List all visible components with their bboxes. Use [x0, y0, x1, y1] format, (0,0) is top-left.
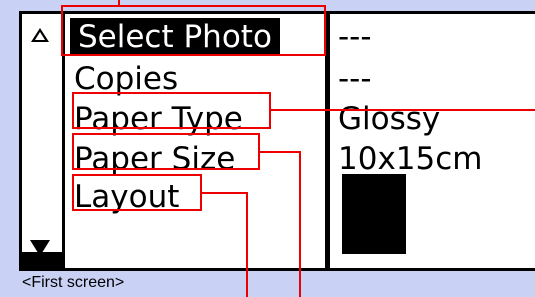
column-divider — [325, 14, 330, 268]
screen-caption: <First screen> — [22, 274, 125, 291]
menu-item-copies[interactable]: Copies — [74, 60, 178, 98]
leader-line-paper-size-h — [259, 151, 301, 153]
menu-item-paper-size[interactable]: Paper Size — [74, 140, 235, 178]
leader-line-layout-v — [246, 192, 248, 297]
layout-preview-icon — [342, 174, 406, 254]
leader-line-paper-size-v — [299, 151, 301, 297]
leader-line-paper-type — [270, 109, 535, 111]
value-paper-size: 10x15cm — [338, 141, 483, 177]
scroll-up-icon[interactable] — [31, 28, 49, 42]
menu-item-select-photo[interactable]: Select Photo — [70, 18, 280, 56]
scroll-thumb[interactable] — [22, 252, 62, 271]
value-select-photo: --- — [338, 19, 372, 55]
menu-item-paper-type[interactable]: Paper Type — [74, 100, 243, 138]
leader-line-select-photo — [118, 0, 120, 6]
leader-line-layout-h — [201, 192, 248, 194]
value-copies: --- — [338, 61, 372, 97]
scrollbar[interactable] — [22, 14, 65, 271]
lcd-screen: Select Photo Copies Paper Type Paper Siz… — [19, 11, 535, 271]
menu-item-layout[interactable]: Layout — [74, 178, 179, 216]
value-paper-type: Glossy — [338, 101, 441, 137]
